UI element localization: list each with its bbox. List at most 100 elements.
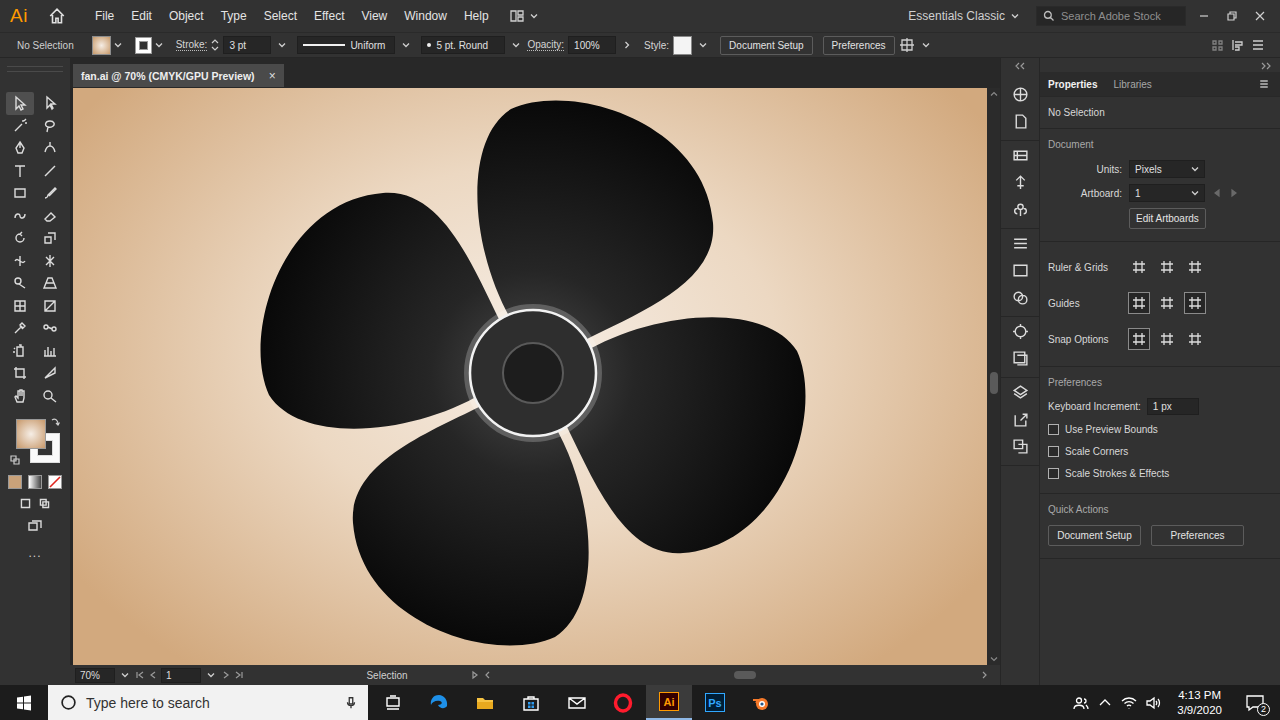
next-artboard-icon[interactable] (221, 670, 231, 680)
artboard-field[interactable]: 1 (161, 668, 201, 683)
toggle-button[interactable] (1156, 328, 1178, 350)
artboard-dropdown[interactable]: 1 (1129, 184, 1205, 202)
taskbar-app[interactable] (738, 685, 784, 720)
taskbar-app[interactable] (462, 685, 508, 720)
isolate-icon[interactable] (1230, 37, 1246, 53)
chevron-down-icon[interactable] (402, 41, 410, 49)
people-icon[interactable] (1073, 695, 1089, 711)
tool-button[interactable] (6, 182, 34, 205)
gradient-mode-button[interactable] (28, 475, 42, 489)
stroke-swatch[interactable] (135, 37, 152, 54)
tool-button[interactable] (6, 317, 34, 340)
document-tab[interactable]: fan.ai @ 70% (CMYK/GPU Preview)× (73, 64, 284, 87)
microphone-icon[interactable] (344, 696, 358, 710)
export-icon[interactable] (1012, 411, 1029, 428)
taskbar-app[interactable] (600, 685, 646, 720)
color-mode-button[interactable] (8, 475, 22, 489)
collapse-arrows-icon[interactable] (1014, 62, 1026, 70)
previous-artboard-icon[interactable] (1212, 188, 1222, 198)
edit-artboards-button[interactable]: Edit Artboards (1129, 208, 1206, 229)
tool-button[interactable] (6, 250, 34, 273)
volume-icon[interactable] (1145, 695, 1161, 711)
style-swatch[interactable] (673, 36, 692, 55)
taskbar-app[interactable] (554, 685, 600, 720)
tool-button[interactable] (6, 272, 34, 295)
keyboard-increment-field[interactable]: 1 px (1147, 398, 1199, 415)
chevron-right-icon[interactable] (623, 41, 631, 49)
chevron-down-icon[interactable] (278, 41, 286, 49)
first-artboard-icon[interactable] (135, 670, 145, 680)
align-icon[interactable] (1210, 37, 1226, 53)
screen-mode-icon[interactable] (27, 518, 43, 534)
checkbox[interactable] (1048, 468, 1059, 479)
tool-button[interactable] (36, 137, 64, 160)
gradient-icon[interactable] (1012, 262, 1029, 279)
tool-button[interactable] (6, 385, 34, 408)
zoom-field[interactable]: 70% (75, 668, 115, 683)
taskbar-app[interactable]: Ps (692, 685, 738, 720)
appearance-icon[interactable] (1012, 323, 1029, 340)
chevron-down-icon[interactable] (207, 671, 215, 679)
control-bar-button[interactable]: Preferences (823, 36, 895, 55)
menu-item[interactable]: View (352, 5, 395, 27)
panel-grip[interactable] (7, 66, 63, 72)
menu-item[interactable]: Object (160, 5, 212, 27)
menu-item[interactable]: Window (395, 5, 455, 27)
edit-toolbar-button[interactable]: ... (28, 546, 41, 560)
tool-button[interactable] (6, 295, 34, 318)
toggle-button[interactable] (1156, 256, 1178, 278)
next-artboard-icon[interactable] (1229, 188, 1239, 198)
tool-button[interactable] (6, 205, 34, 228)
tool-button[interactable] (6, 137, 34, 160)
minimize-icon[interactable] (1192, 8, 1216, 24)
default-colors-icon[interactable] (10, 455, 20, 465)
color-guide-icon[interactable] (1012, 86, 1029, 103)
scroll-thumb[interactable] (734, 671, 756, 679)
draw-normal-icon[interactable] (19, 497, 32, 510)
chevron-down-icon[interactable] (512, 41, 520, 49)
tool-button[interactable] (6, 115, 34, 138)
horizontal-scrollbar[interactable] (496, 670, 976, 680)
taskbar-search[interactable]: Type here to search (48, 685, 368, 720)
checkbox-row[interactable]: Scale Strokes & Effects (1048, 465, 1272, 481)
tool-button[interactable] (36, 205, 64, 228)
status-menu-icon[interactable] (470, 670, 480, 680)
tool-button[interactable] (36, 385, 64, 408)
previous-artboard-icon[interactable] (148, 670, 158, 680)
panel-menu-icon[interactable] (1250, 37, 1266, 53)
quick-action-button[interactable]: Document Setup (1048, 525, 1141, 546)
graphic-styles-icon[interactable] (1012, 350, 1029, 367)
layers-icon[interactable] (1012, 384, 1029, 401)
tool-button[interactable] (36, 227, 64, 250)
scroll-up-icon[interactable] (990, 90, 998, 98)
tool-button[interactable] (6, 227, 34, 250)
menu-item[interactable]: Select (255, 5, 305, 27)
scroll-right-icon[interactable] (979, 670, 989, 680)
tool-button[interactable] (6, 92, 34, 115)
stock-search-field[interactable]: Search Adobe Stock (1036, 6, 1186, 26)
home-icon[interactable] (48, 7, 66, 25)
tool-button[interactable] (36, 340, 64, 363)
spinner-icon[interactable] (211, 38, 219, 52)
vertical-scrollbar[interactable] (987, 88, 1000, 665)
stroke-icon[interactable] (1012, 235, 1029, 252)
tool-button[interactable] (6, 362, 34, 385)
tool-button[interactable] (36, 362, 64, 385)
units-dropdown[interactable]: Pixels (1129, 160, 1205, 178)
toggle-button[interactable] (1184, 292, 1206, 314)
last-artboard-icon[interactable] (234, 670, 244, 680)
restore-icon[interactable] (1220, 8, 1244, 24)
taskbar-app[interactable] (508, 685, 554, 720)
toggle-button[interactable] (1128, 256, 1150, 278)
scroll-down-icon[interactable] (990, 655, 998, 663)
document-info-icon[interactable] (1012, 113, 1029, 130)
checkbox-row[interactable]: Use Preview Bounds (1048, 421, 1272, 437)
collapse-arrows-icon[interactable] (1260, 62, 1272, 70)
brush-definition[interactable]: 5 pt. Round (421, 36, 505, 54)
toggle-button[interactable] (1184, 328, 1206, 350)
checkbox[interactable] (1048, 424, 1059, 435)
fan-illustration[interactable] (73, 88, 987, 665)
scroll-left-icon[interactable] (483, 670, 493, 680)
chevron-down-icon[interactable] (699, 41, 707, 49)
fan-hub[interactable] (470, 310, 596, 436)
